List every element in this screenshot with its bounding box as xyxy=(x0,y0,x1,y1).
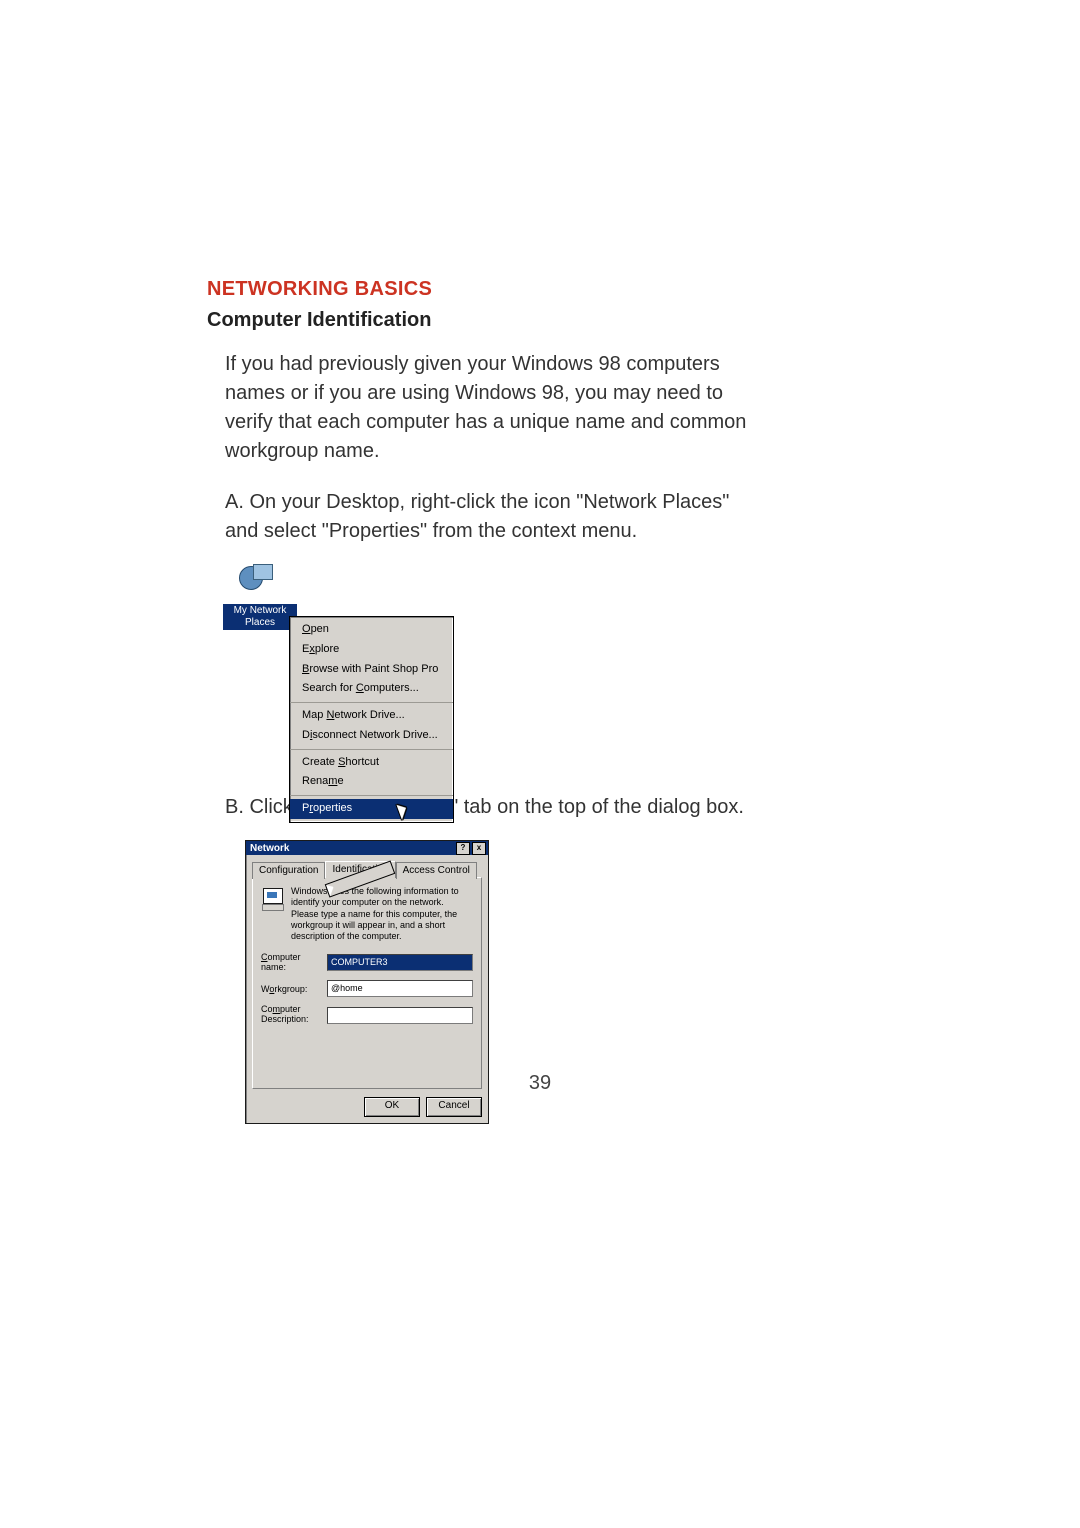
menu-disconnect-drive[interactable]: Disconnect Network Drive... xyxy=(290,726,453,746)
menu-open[interactable]: Open xyxy=(290,620,453,640)
tab-access-control[interactable]: Access Control xyxy=(396,862,477,879)
menu-properties[interactable]: Properties xyxy=(290,799,453,819)
menu-browse-psp[interactable]: Browse with Paint Shop Pro xyxy=(290,660,453,680)
figure-context-menu: My Network Places Open Explore Browse wi… xyxy=(225,564,465,769)
step-a-text: A. On your Desktop, right-click the icon… xyxy=(225,488,747,546)
identification-info-text: Windows uses the following information t… xyxy=(291,886,473,942)
dialog-titlebar: Network ? x xyxy=(246,841,488,855)
tab-identification[interactable]: Identification xyxy=(325,861,395,878)
close-button[interactable]: x xyxy=(472,842,486,855)
computer-icon xyxy=(261,886,285,910)
section-subtitle: Computer Identification xyxy=(207,309,747,332)
computer-name-label: Computer name: xyxy=(261,952,323,972)
description-input[interactable] xyxy=(327,1007,473,1024)
description-label: ComputerDescription: xyxy=(261,1005,323,1025)
content-block: NETWORKING BASICS Computer Identificatio… xyxy=(207,278,747,1124)
tab-strip: Configuration Identification Access Cont… xyxy=(252,861,482,878)
ok-button[interactable]: OK xyxy=(364,1097,420,1117)
workgroup-label: Workgroup: xyxy=(261,984,323,994)
cancel-button[interactable]: Cancel xyxy=(426,1097,482,1117)
computer-name-input[interactable]: COMPUTER3 xyxy=(327,954,473,971)
cursor-icon xyxy=(399,803,411,819)
context-menu: Open Explore Browse with Paint Shop Pro … xyxy=(289,616,454,823)
menu-map-drive[interactable]: Map Network Drive... xyxy=(290,706,453,726)
help-button[interactable]: ? xyxy=(456,842,470,855)
menu-search-computers[interactable]: Search for Computers... xyxy=(290,679,453,699)
tab-panel-identification: Windows uses the following information t… xyxy=(252,877,482,1089)
my-network-places-label: My Network Places xyxy=(223,604,297,630)
menu-rename[interactable]: Rename xyxy=(290,772,453,792)
page-number: 39 xyxy=(0,1072,1080,1095)
menu-create-shortcut[interactable]: Create Shortcut xyxy=(290,753,453,773)
dialog-title: Network xyxy=(250,843,289,854)
document-page: NETWORKING BASICS Computer Identificatio… xyxy=(0,0,1080,1528)
intro-paragraph: If you had previously given your Windows… xyxy=(225,350,747,466)
section-title: NETWORKING BASICS xyxy=(207,278,747,301)
workgroup-input[interactable]: @home xyxy=(327,980,473,997)
tab-configuration[interactable]: Configuration xyxy=(252,862,325,879)
my-network-places-icon[interactable] xyxy=(239,564,277,602)
menu-explore[interactable]: Explore xyxy=(290,640,453,660)
